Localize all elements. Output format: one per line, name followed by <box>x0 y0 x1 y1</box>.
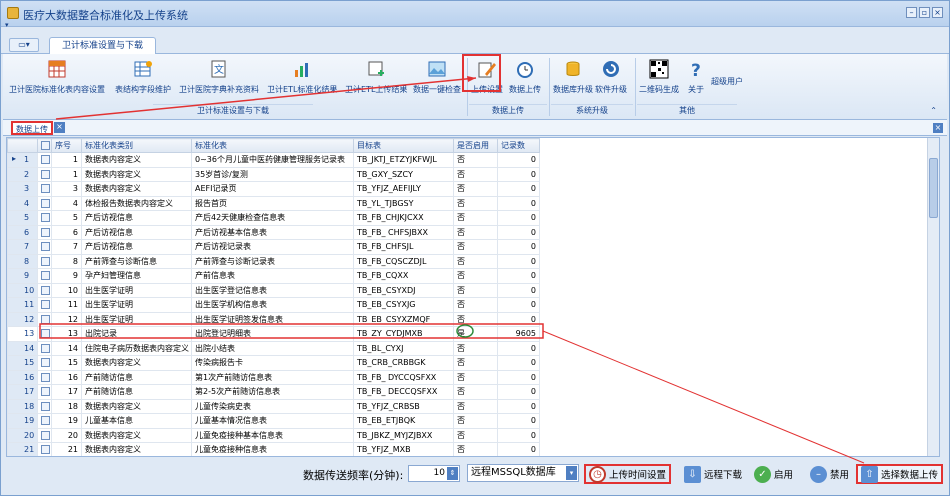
annotation-overlay <box>39 54 865 464</box>
annotation-arrow-to-settings <box>55 77 477 120</box>
annotation-line-to-upload <box>542 330 865 464</box>
annotation-circle-enabled <box>456 324 474 338</box>
annotation-box-row-13 <box>39 323 544 339</box>
annotation-box-upload-settings <box>462 54 501 92</box>
annotation-arrowhead <box>467 76 476 82</box>
